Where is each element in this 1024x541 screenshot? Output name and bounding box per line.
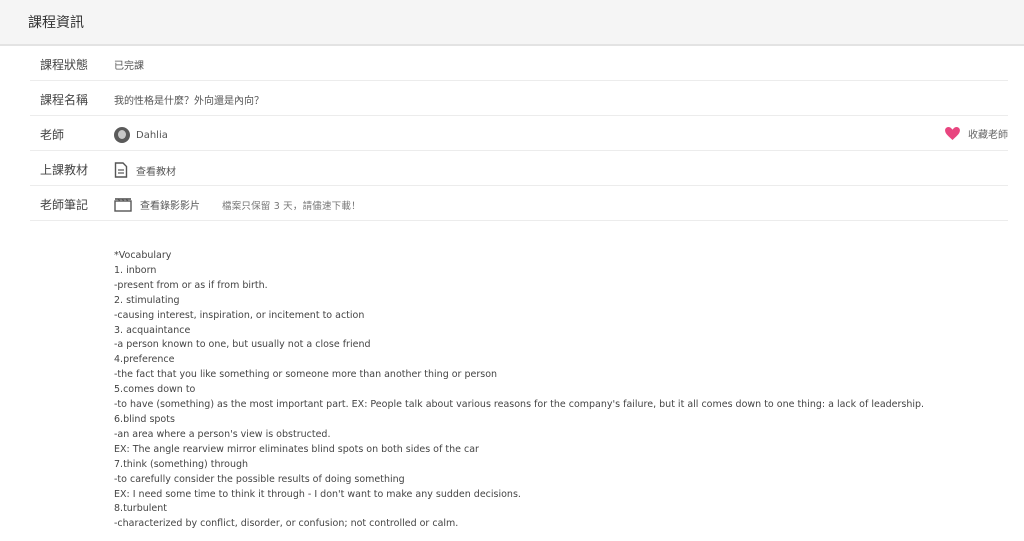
material-label: 上課教材 [40, 163, 89, 177]
course-name-label: 課程名稱 [40, 93, 89, 107]
notes-line: 5.comes down to [114, 384, 196, 396]
notes-line: 8.turbulent [114, 503, 167, 515]
teacher-notes-label: 老師筆記 [40, 198, 89, 212]
notes-line: 2. stimulating [114, 294, 180, 306]
notes-line: -the fact that you like something or som… [114, 369, 498, 381]
row-course-status: 課程狀態 已完課 [30, 46, 1008, 81]
row-teacher-notes: 老師筆記 查看錄影影片 檔案只保留 3 天，請儘速下載！ [30, 186, 1008, 221]
view-recording-label: 查看錄影影片 [140, 201, 200, 212]
notes-line: EX: I need some time to think it through… [114, 488, 521, 500]
video-clapper-icon [114, 197, 132, 212]
teacher-info: Dahlia [114, 127, 168, 143]
view-material-label: 查看教材 [136, 166, 176, 178]
course-status-label: 課程狀態 [40, 58, 89, 72]
teacher-avatar[interactable] [114, 127, 130, 143]
view-material-link[interactable]: 查看教材 [114, 162, 176, 178]
notes-line: 3. acquaintance [114, 324, 191, 336]
row-teacher: 老師 Dahlia 收藏老師 [30, 116, 1008, 151]
course-name-value: 我的性格是什麼？外向還是內向？ [114, 96, 264, 107]
notes-line: 4.preference [114, 354, 175, 366]
favorite-teacher-button[interactable]: 收藏老師 [945, 126, 1008, 141]
download-hint: 檔案只保留 3 天，請儘速下載！ [222, 200, 361, 212]
row-course-name: 課程名稱 我的性格是什麼？外向還是內向？ [30, 81, 1008, 116]
notes-line: -present from or as if from birth. [114, 279, 268, 291]
notes-value: 查看錄影影片 檔案只保留 3 天，請儘速下載！ [114, 197, 361, 212]
notes-line: *Vocabulary [114, 250, 172, 261]
favorite-teacher-label: 收藏老師 [968, 130, 1008, 141]
teacher-name-link[interactable]: Dahlia [136, 130, 168, 141]
page-title: 課程資訊 [28, 15, 84, 31]
row-material: 上課教材 查看教材 [30, 151, 1008, 186]
teacher-notes-content: *Vocabulary 1. inborn -present from or as … [114, 249, 994, 532]
heart-icon [945, 127, 960, 140]
page-header: 課程資訊 [0, 0, 1024, 46]
notes-line: -an area where a person's view is obstru… [114, 428, 331, 440]
notes-line: -characterized by conflict, disorder, or… [114, 518, 459, 530]
document-icon [114, 162, 128, 178]
notes-line: 1. inborn [114, 264, 157, 276]
notes-line: -to carefully consider the possible resu… [114, 473, 405, 485]
teacher-label: 老師 [40, 128, 65, 142]
notes-line: 6.blind spots [114, 413, 175, 425]
course-info-table: 課程狀態 已完課 課程名稱 我的性格是什麼？外向還是內向？ 老師 Dahlia … [30, 46, 1008, 221]
notes-line: -a person known to one, but usually not … [114, 339, 371, 351]
course-status-value: 已完課 [114, 61, 144, 72]
notes-line: -to have (something) as the most importa… [114, 399, 925, 411]
view-recording-link[interactable]: 查看錄影影片 [114, 197, 200, 212]
notes-line: EX: The angle rearview mirror eliminates… [114, 443, 479, 455]
notes-line: 7.think (something) through [114, 458, 249, 470]
notes-line: -causing interest, inspiration, or incit… [114, 309, 365, 321]
